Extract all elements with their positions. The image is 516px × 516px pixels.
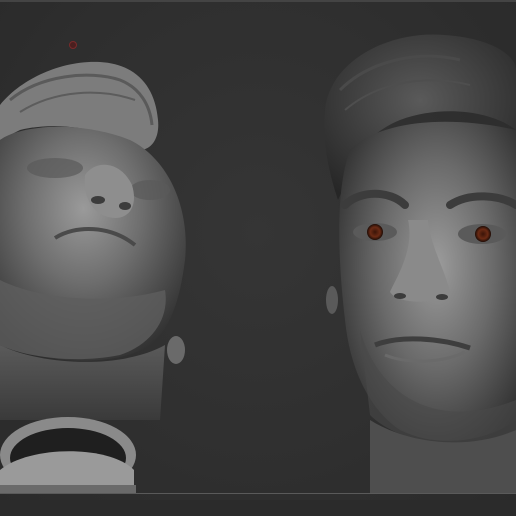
right-head-ear	[326, 286, 338, 314]
head-upward-view[interactable]	[0, 61, 186, 493]
floor-plane	[0, 500, 516, 516]
right-head-eye-right	[475, 226, 491, 242]
pivot-marker[interactable]	[69, 41, 77, 49]
head-front-view[interactable]	[324, 34, 516, 493]
sculpt-viewport[interactable]	[0, 0, 516, 516]
right-head-eye-left	[367, 224, 383, 240]
floor-grid-line	[0, 493, 516, 494]
model-canvas[interactable]	[0, 0, 516, 516]
